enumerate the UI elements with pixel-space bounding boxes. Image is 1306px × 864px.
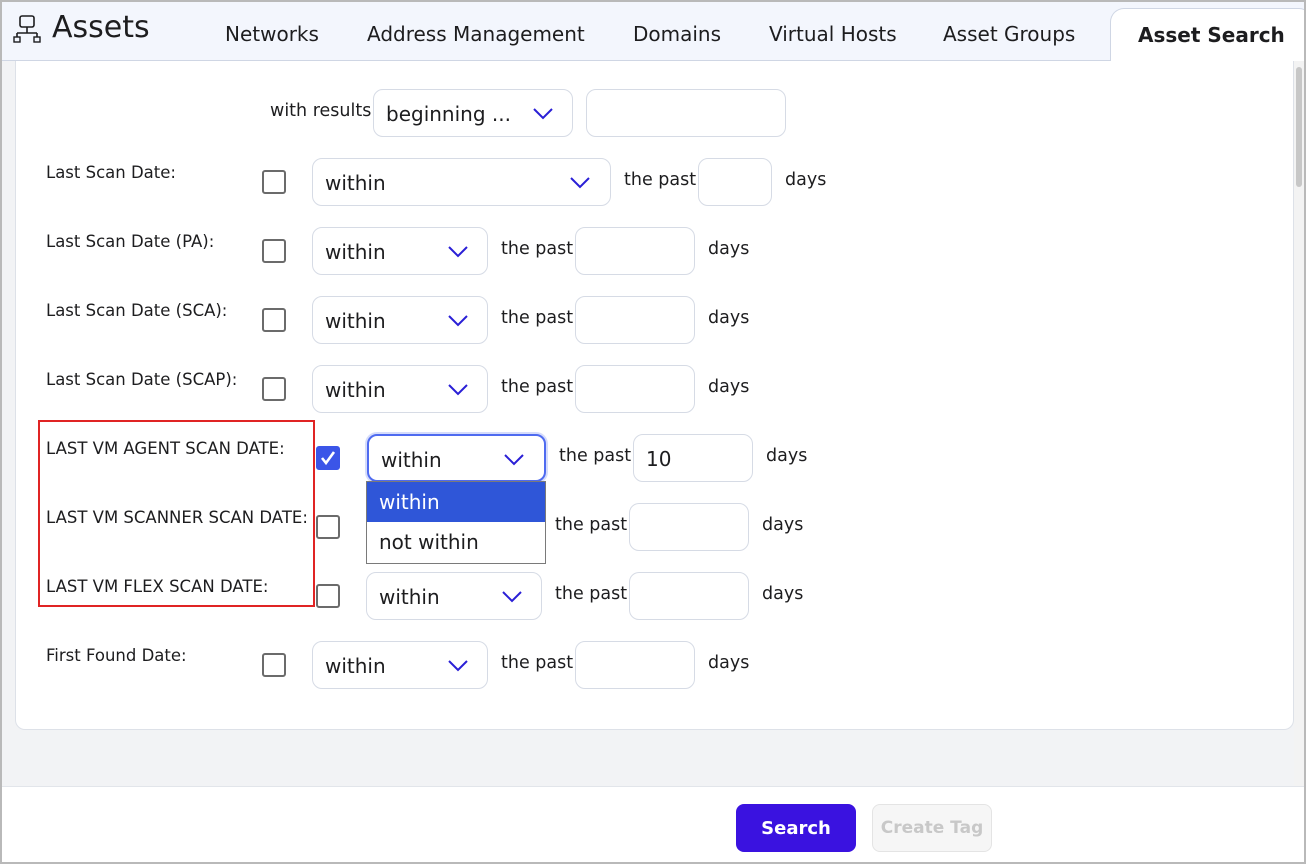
last-scan-date-sca-operator-select[interactable]: within [312,296,488,344]
last-scan-date-pa-label: Last Scan Date (PA): [46,232,215,251]
chevron-down-icon [448,315,468,327]
operator-value: within [379,585,440,609]
the-past-label: the past [624,170,697,190]
last-vm-flex-scan-date-label: LAST VM FLEX SCAN DATE: [46,577,269,596]
with-results-label: with results [270,101,372,121]
days-label: days [708,308,750,328]
the-past-label: the past [501,308,574,328]
last-scan-date-sca-label: Last Scan Date (SCA): [46,301,228,320]
last-scan-date-scap-label: Last Scan Date (SCAP): [46,370,238,389]
operator-value: within [325,309,386,333]
last-scan-date-scap-operator-select[interactable]: within [312,365,488,413]
last-scan-date-sca-checkbox[interactable] [262,308,286,332]
the-past-label: the past [501,239,574,259]
the-past-label: the past [555,515,628,535]
first-found-date-label: First Found Date: [46,646,187,665]
last-vm-agent-scan-date-checkbox[interactable] [316,446,340,470]
last-scan-date-operator-select[interactable]: within [312,158,611,206]
operator-value: within [325,171,386,195]
search-button[interactable]: Search [736,804,856,852]
last-vm-agent-scan-date-days-input[interactable]: 10 [633,434,753,482]
days-label: days [762,515,804,535]
last-vm-agent-scan-date-operator-select[interactable]: within [367,434,546,482]
tab-networks[interactable]: Networks [225,22,319,46]
last-vm-scanner-scan-date-label: LAST VM SCANNER SCAN DATE: [46,508,308,527]
vertical-scrollbar[interactable] [1294,61,1304,786]
checkmark-icon [320,451,336,466]
chevron-down-icon [448,246,468,258]
the-past-label: the past [559,446,632,466]
tab-virtual-hosts[interactable]: Virtual Hosts [769,22,897,46]
last-vm-scanner-scan-date-checkbox[interactable] [316,515,340,539]
last-scan-date-days-input[interactable] [698,158,772,206]
operator-value: within [381,448,442,472]
last-scan-date-scap-checkbox[interactable] [262,377,286,401]
results-text-input[interactable] [586,89,786,137]
chevron-down-icon [448,384,468,396]
last-vm-agent-scan-date-label: LAST VM AGENT SCAN DATE: [46,439,285,458]
the-past-label: the past [501,377,574,397]
last-scan-date-label: Last Scan Date: [46,163,176,182]
last-scan-date-scap-days-input[interactable] [575,365,695,413]
last-scan-date-checkbox[interactable] [262,170,286,194]
first-found-date-operator-select[interactable]: within [312,641,488,689]
days-label: days [785,170,827,190]
last-scan-date-pa-checkbox[interactable] [262,239,286,263]
chevron-down-icon [504,454,524,466]
days-label: days [766,446,808,466]
days-label: days [708,239,750,259]
chevron-down-icon [570,177,590,189]
app-title: Assets [52,10,150,45]
last-vm-scanner-scan-date-days-input[interactable] [629,503,749,551]
last-scan-date-pa-days-input[interactable] [575,227,695,275]
operator-dropdown-list: within not within [366,481,546,564]
operator-value: within [325,240,386,264]
dropdown-option-within[interactable]: within [367,482,545,522]
last-scan-date-sca-days-input[interactable] [575,296,695,344]
first-found-date-checkbox[interactable] [262,653,286,677]
chevron-down-icon [502,591,522,603]
the-past-label: the past [501,653,574,673]
chevron-down-icon [448,660,468,672]
network-icon [13,15,41,43]
action-footer [2,786,1304,862]
last-vm-flex-scan-date-days-input[interactable] [629,572,749,620]
operator-value: within [325,654,386,678]
last-vm-flex-scan-date-checkbox[interactable] [316,584,340,608]
days-label: days [708,653,750,673]
tab-domains[interactable]: Domains [633,22,721,46]
tab-address-management[interactable]: Address Management [367,22,585,46]
scrollbar-thumb[interactable] [1296,67,1302,187]
days-label: days [762,584,804,604]
results-match-select[interactable]: beginning ... [373,89,573,137]
results-match-value: beginning ... [386,102,511,126]
chevron-down-icon [533,108,553,120]
days-label: days [708,377,750,397]
first-found-date-days-input[interactable] [575,641,695,689]
tab-asset-groups[interactable]: Asset Groups [943,22,1075,46]
app-header: Assets Networks Address Management Domai… [2,2,1306,62]
operator-value: within [325,378,386,402]
last-scan-date-pa-operator-select[interactable]: within [312,227,488,275]
create-tag-button[interactable]: Create Tag [872,804,992,852]
last-vm-flex-scan-date-operator-select[interactable]: within [366,572,542,620]
tab-asset-search[interactable]: Asset Search [1110,8,1306,62]
dropdown-option-not-within[interactable]: not within [367,522,545,562]
the-past-label: the past [555,584,628,604]
